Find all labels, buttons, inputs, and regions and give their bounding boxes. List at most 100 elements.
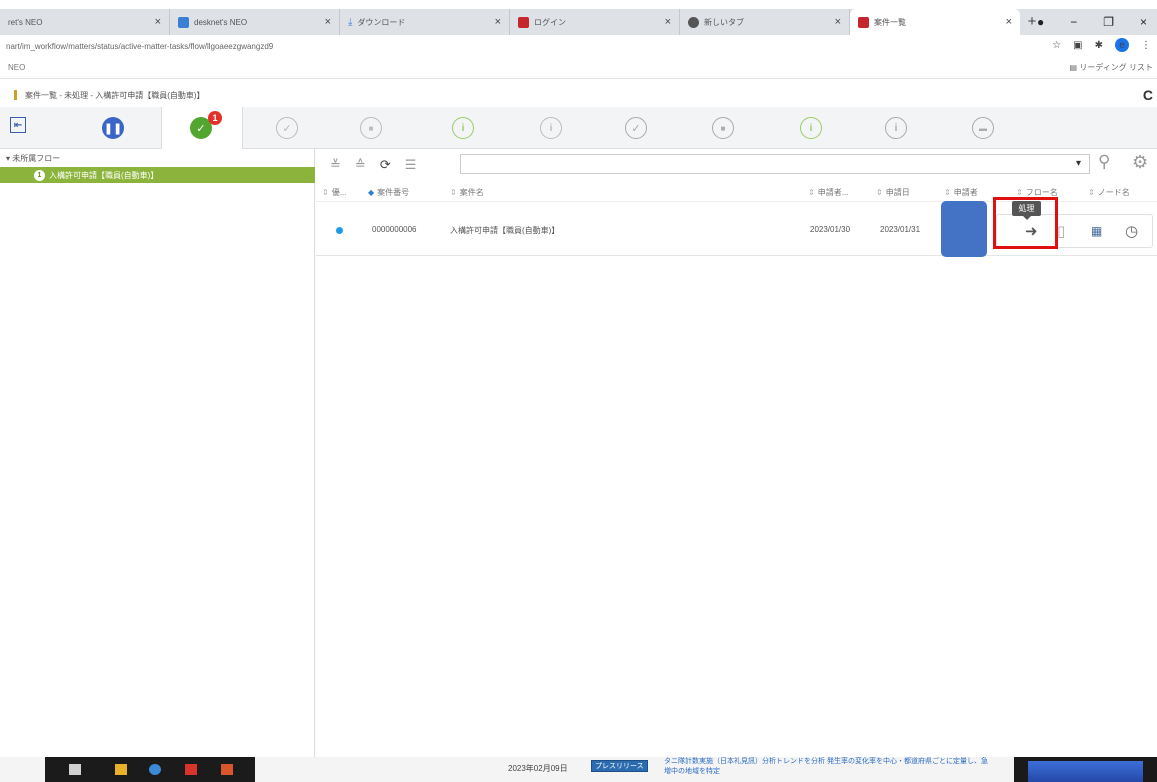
column-header[interactable]: ⇕ 優... <box>322 187 346 198</box>
count-badge: 1 <box>34 169 45 181</box>
edge-icon[interactable] <box>149 764 161 775</box>
header-label: 申請者... <box>817 188 849 197</box>
info-green-icon[interactable]: i <box>452 117 474 139</box>
tab-title: desknet's NEO <box>194 17 248 27</box>
news-text[interactable]: タニ隊計数実施（日本礼見訊）分析トレンドを分析 発生率の変化率を中心・都道府県ご… <box>664 757 994 777</box>
maximize-icon[interactable]: ❐ <box>1103 15 1114 29</box>
search-icon[interactable]: ⚲ <box>1098 152 1110 172</box>
stop-circle-icon[interactable]: ■ <box>712 117 734 139</box>
collapse-all-icon[interactable]: ≙ <box>355 157 366 173</box>
download-icon: ⤓ <box>348 16 353 28</box>
preview-thumbnail[interactable] <box>1014 757 1157 782</box>
pause-status-icon[interactable]: ❚❚ <box>102 117 124 139</box>
tooltip: 処理 <box>1012 201 1041 220</box>
task-view-icon[interactable] <box>69 764 81 775</box>
acrobat-icon[interactable] <box>185 764 197 775</box>
puzzle-icon[interactable]: ✱ <box>1095 40 1103 51</box>
window-controls: ● − ❐ × <box>1037 9 1157 35</box>
column-header[interactable]: ⇕ ノード名 <box>1088 187 1130 198</box>
tree-item-selected[interactable]: 1 入構許可申請【職員(自動車)】 <box>0 167 315 183</box>
chevron-down-icon[interactable]: ▾ <box>1076 158 1081 169</box>
menu-icon[interactable]: ⋮ <box>1141 40 1151 51</box>
check-circle-icon[interactable]: ✓ <box>625 117 647 139</box>
tab-favicon-icon <box>858 16 869 28</box>
url-text[interactable]: nart/im_workflow/matters/status/active-m… <box>6 42 273 51</box>
bookmark-item[interactable]: NEO <box>8 63 25 72</box>
priority-dot <box>336 227 343 234</box>
browser-tab-4[interactable]: ログイン × <box>510 9 680 35</box>
close-icon[interactable]: × <box>325 16 331 28</box>
column-header[interactable]: ⇕ 申請日 <box>876 187 910 198</box>
close-icon[interactable]: × <box>835 16 841 28</box>
browser-tab-1[interactable]: ret's NEO × <box>0 9 170 35</box>
app-icon[interactable] <box>221 764 233 775</box>
close-icon[interactable]: × <box>495 16 501 28</box>
flow-tree-panel: ▾ 未所属フロー 1 入構許可申請【職員(自動車)】 <box>0 149 315 757</box>
reading-list-label: リーディング リスト <box>1079 63 1153 72</box>
header-label: 案件名 <box>459 188 484 197</box>
tab-title: 新しいタブ <box>704 17 744 27</box>
breadcrumb: 案件一覧 - 未処理 - 入構許可申請【職員(自動車)】 <box>25 90 205 100</box>
collapse-panel-icon[interactable]: ⇤ <box>10 117 26 133</box>
address-bar[interactable]: nart/im_workflow/matters/status/active-m… <box>0 35 1157 57</box>
column-header[interactable]: ⇕ 申請者... <box>808 187 848 198</box>
check-dashed-icon[interactable]: ✓ <box>276 117 298 139</box>
news-tag[interactable]: プレスリリース <box>591 760 648 772</box>
header-marker <box>14 90 17 100</box>
info-dashed-icon[interactable]: i <box>540 117 562 139</box>
taskbar-apps <box>45 757 255 782</box>
gear-icon[interactable]: ⚙ <box>1132 152 1148 173</box>
page-header: 案件一覧 - 未処理 - 入構許可申請【職員(自動車)】 <box>0 85 1157 105</box>
browser-tab-6-active[interactable]: 案件一覧 × <box>850 9 1020 35</box>
header-label: ノード名 <box>1097 188 1130 197</box>
tab-title: 案件一覧 <box>874 17 906 27</box>
column-settings-icon[interactable]: ☰ <box>405 157 417 173</box>
close-icon[interactable]: × <box>665 16 671 28</box>
reading-list-button[interactable]: ▤ リーディング リスト <box>1070 62 1153 73</box>
tab-favicon-icon <box>518 16 529 28</box>
refresh-icon[interactable]: C <box>1143 87 1153 103</box>
close-window-icon[interactable]: × <box>1140 15 1147 29</box>
taskbar: 2023年02月09日 プレスリリース タニ隊計数実施（日本礼見訊）分析トレンド… <box>0 757 1157 782</box>
refresh-list-icon[interactable]: ⟳ <box>380 157 391 173</box>
tab-title: ret's NEO <box>8 17 43 27</box>
close-icon[interactable]: × <box>1006 16 1012 28</box>
news-date: 2023年02月09日 <box>508 764 568 773</box>
extension-icon[interactable]: ▣ <box>1073 40 1082 51</box>
redacted-block <box>941 201 987 257</box>
header-label: 案件番号 <box>377 188 410 197</box>
browser-tab-3[interactable]: ⤓ ダウンロード × <box>340 9 510 35</box>
star-icon[interactable]: ☆ <box>1052 40 1061 51</box>
column-header[interactable]: ◆ 案件番号 <box>368 187 409 198</box>
column-header[interactable]: ⇕ 申請者 <box>944 187 978 198</box>
browser-tab-2[interactable]: desknet's NEO × <box>170 9 340 35</box>
tree-root-label: 未所属フロー <box>12 154 61 163</box>
tree-root[interactable]: ▾ 未所属フロー <box>6 153 60 164</box>
header-label: フロー名 <box>1025 188 1058 197</box>
info-circle-icon[interactable]: i <box>885 117 907 139</box>
expand-all-icon[interactable]: ≚ <box>330 157 341 173</box>
avatar[interactable]: e <box>1115 38 1129 52</box>
chrome-icon <box>688 16 699 28</box>
header-label: 申請日 <box>885 188 910 197</box>
profile-icon[interactable]: ● <box>1037 15 1044 29</box>
tab-title: ダウンロード <box>357 17 406 27</box>
column-header[interactable]: ⇕ 案件名 <box>450 187 484 198</box>
preview-screen <box>1028 761 1143 782</box>
browser-tab-5[interactable]: 新しいタブ × <box>680 9 850 35</box>
browser-tab-strip: ret's NEO × desknet's NEO × ⤓ ダウンロード × ログイン ×… <box>0 9 1157 35</box>
stop-dashed-icon[interactable]: ■ <box>360 117 382 139</box>
close-icon[interactable]: × <box>155 16 161 28</box>
header-label: 申請者 <box>953 188 978 197</box>
matter-name[interactable]: 入構許可申請【職員(自動車)】 <box>450 225 559 236</box>
explorer-icon[interactable] <box>115 764 127 775</box>
pause-circle-icon[interactable]: ▬ <box>972 117 994 139</box>
matter-number: 0000000006 <box>372 225 417 234</box>
active-status-tab[interactable]: ✓ 1 <box>161 107 243 149</box>
detail-icon[interactable]: ▦ <box>1091 224 1102 238</box>
document-icon[interactable]: ▯ <box>1057 222 1065 240</box>
minimize-icon[interactable]: − <box>1070 15 1077 29</box>
search-input[interactable] <box>460 154 1090 174</box>
info-circle-green-icon[interactable]: i <box>800 117 822 139</box>
history-clock-icon[interactable]: ◷ <box>1125 222 1138 240</box>
